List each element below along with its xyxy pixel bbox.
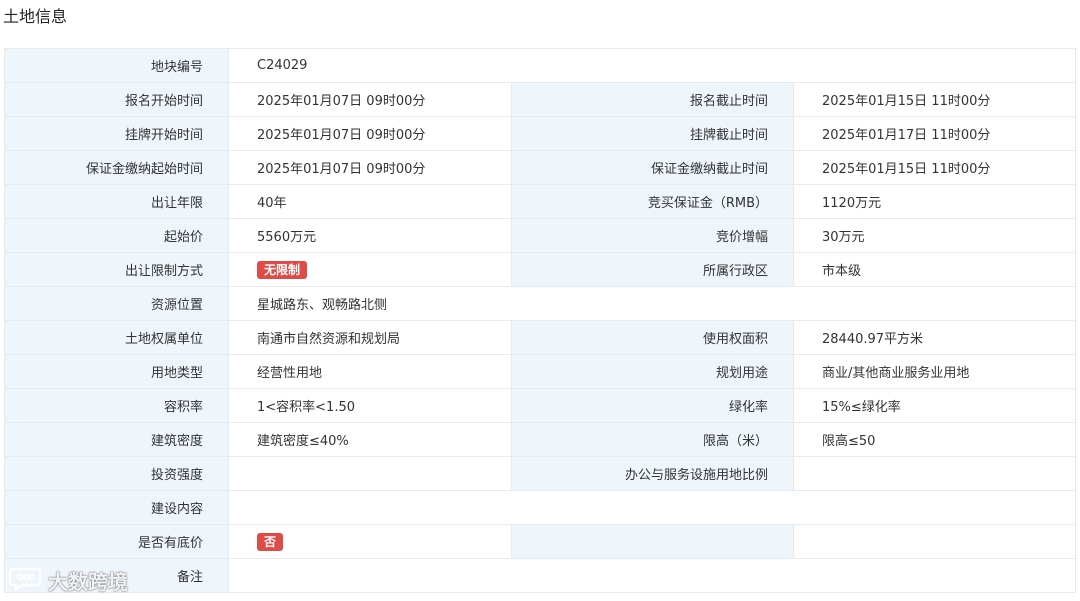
- table-row: 建设内容: [4, 490, 1077, 525]
- deposit-end-label: 保证金缴纳截止时间: [511, 150, 794, 185]
- reserve-price-label: 是否有底价: [4, 524, 229, 559]
- listing-end-label: 挂牌截止时间: [511, 116, 794, 151]
- bid-increment-label: 竞价增幅: [511, 218, 794, 253]
- table-row: 资源位置 星城路东、观畅路北侧: [4, 286, 1077, 321]
- planned-use-label: 规划用途: [511, 354, 794, 389]
- office-ratio-label: 办公与服务设施用地比例: [511, 456, 794, 491]
- page-title: 土地信息: [3, 7, 68, 26]
- listing-start-label: 挂牌开始时间: [4, 116, 229, 151]
- owner-label: 土地权属单位: [4, 320, 229, 355]
- owner-value: 南通市自然资源和规划局: [228, 320, 512, 355]
- table-row: 用地类型 经营性用地 规划用途 商业/其他商业服务业用地: [4, 354, 1077, 389]
- table-row: 挂牌开始时间 2025年01月07日 09时00分 挂牌截止时间 2025年01…: [4, 116, 1077, 151]
- building-density-value: 建筑密度≤40%: [228, 422, 512, 457]
- table-row: 建筑密度 建筑密度≤40% 限高（米） 限高≤50: [4, 422, 1077, 457]
- table-row: 报名开始时间 2025年01月07日 09时00分 报名截止时间 2025年01…: [4, 82, 1077, 117]
- remarks-value: [227, 558, 1077, 593]
- investment-value: [228, 456, 512, 491]
- remarks-label: 备注: [4, 558, 229, 593]
- green-ratio-value: 15%≤绿化率: [792, 388, 1077, 423]
- table-row: 起始价 5560万元 竞价增幅 30万元: [4, 218, 1077, 253]
- office-ratio-value: [792, 456, 1077, 491]
- deposit-start-label: 保证金缴纳起始时间: [4, 150, 229, 185]
- construction-label: 建设内容: [4, 490, 229, 525]
- term-label: 出让年限: [4, 184, 229, 219]
- area-label: 使用权面积: [511, 320, 794, 355]
- height-limit-value: 限高≤50: [792, 422, 1077, 457]
- plot-ratio-value: 1<容积率<1.50: [228, 388, 512, 423]
- listing-end-value: 2025年01月17日 11时00分: [792, 116, 1077, 151]
- table-row: 地块编号 C24029: [4, 48, 1077, 83]
- deposit-end-value: 2025年01月15日 11时00分: [792, 150, 1077, 185]
- table-row: 容积率 1<容积率<1.50 绿化率 15%≤绿化率: [4, 388, 1077, 423]
- bid-deposit-value: 1120万元: [792, 184, 1077, 219]
- restriction-cell: 无限制: [228, 252, 512, 287]
- table-row: 出让年限 40年 竞买保证金（RMB） 1120万元: [4, 184, 1077, 219]
- height-limit-label: 限高（米）: [511, 422, 794, 457]
- status-badge: 无限制: [257, 260, 308, 279]
- table-row: 投资强度 办公与服务设施用地比例: [4, 456, 1077, 491]
- status-badge: 否: [257, 532, 284, 551]
- location-label: 资源位置: [4, 286, 229, 321]
- plot-ratio-label: 容积率: [4, 388, 229, 423]
- start-price-label: 起始价: [4, 218, 229, 253]
- investment-label: 投资强度: [4, 456, 229, 491]
- signup-end-value: 2025年01月15日 11时00分: [792, 82, 1077, 117]
- term-value: 40年: [228, 184, 512, 219]
- table-row: 是否有底价 否: [4, 524, 1077, 559]
- parcel-id-value: C24029: [227, 48, 1077, 83]
- reserve-price-cell: 否: [228, 524, 512, 559]
- table-row: 备注: [4, 558, 1077, 593]
- table-row: 土地权属单位 南通市自然资源和规划局 使用权面积 28440.97平方米: [4, 320, 1077, 355]
- district-value: 市本级: [792, 252, 1077, 287]
- signup-start-label: 报名开始时间: [4, 82, 229, 117]
- green-ratio-label: 绿化率: [511, 388, 794, 423]
- parcel-id-label: 地块编号: [4, 48, 229, 83]
- signup-start-value: 2025年01月07日 09时00分: [228, 82, 512, 117]
- start-price-value: 5560万元: [228, 218, 512, 253]
- bid-increment-value: 30万元: [792, 218, 1077, 253]
- location-value: 星城路东、观畅路北侧: [227, 286, 1077, 321]
- bid-deposit-label: 竞买保证金（RMB）: [511, 184, 794, 219]
- table-row: 出让限制方式 无限制 所属行政区 市本级: [4, 252, 1077, 287]
- district-label: 所属行政区: [511, 252, 794, 287]
- empty-value: [792, 524, 1077, 559]
- deposit-start-value: 2025年01月07日 09时00分: [228, 150, 512, 185]
- land-info-table: 地块编号 C24029 报名开始时间 2025年01月07日 09时00分 报名…: [4, 48, 1077, 593]
- planned-use-value: 商业/其他商业服务业用地: [792, 354, 1077, 389]
- construction-value: [227, 490, 1077, 525]
- empty-label: [511, 524, 794, 559]
- signup-end-label: 报名截止时间: [511, 82, 794, 117]
- table-row: 保证金缴纳起始时间 2025年01月07日 09时00分 保证金缴纳截止时间 2…: [4, 150, 1077, 185]
- area-value: 28440.97平方米: [792, 320, 1077, 355]
- land-type-label: 用地类型: [4, 354, 229, 389]
- restriction-label: 出让限制方式: [4, 252, 229, 287]
- land-type-value: 经营性用地: [228, 354, 512, 389]
- listing-start-value: 2025年01月07日 09时00分: [228, 116, 512, 151]
- building-density-label: 建筑密度: [4, 422, 229, 457]
